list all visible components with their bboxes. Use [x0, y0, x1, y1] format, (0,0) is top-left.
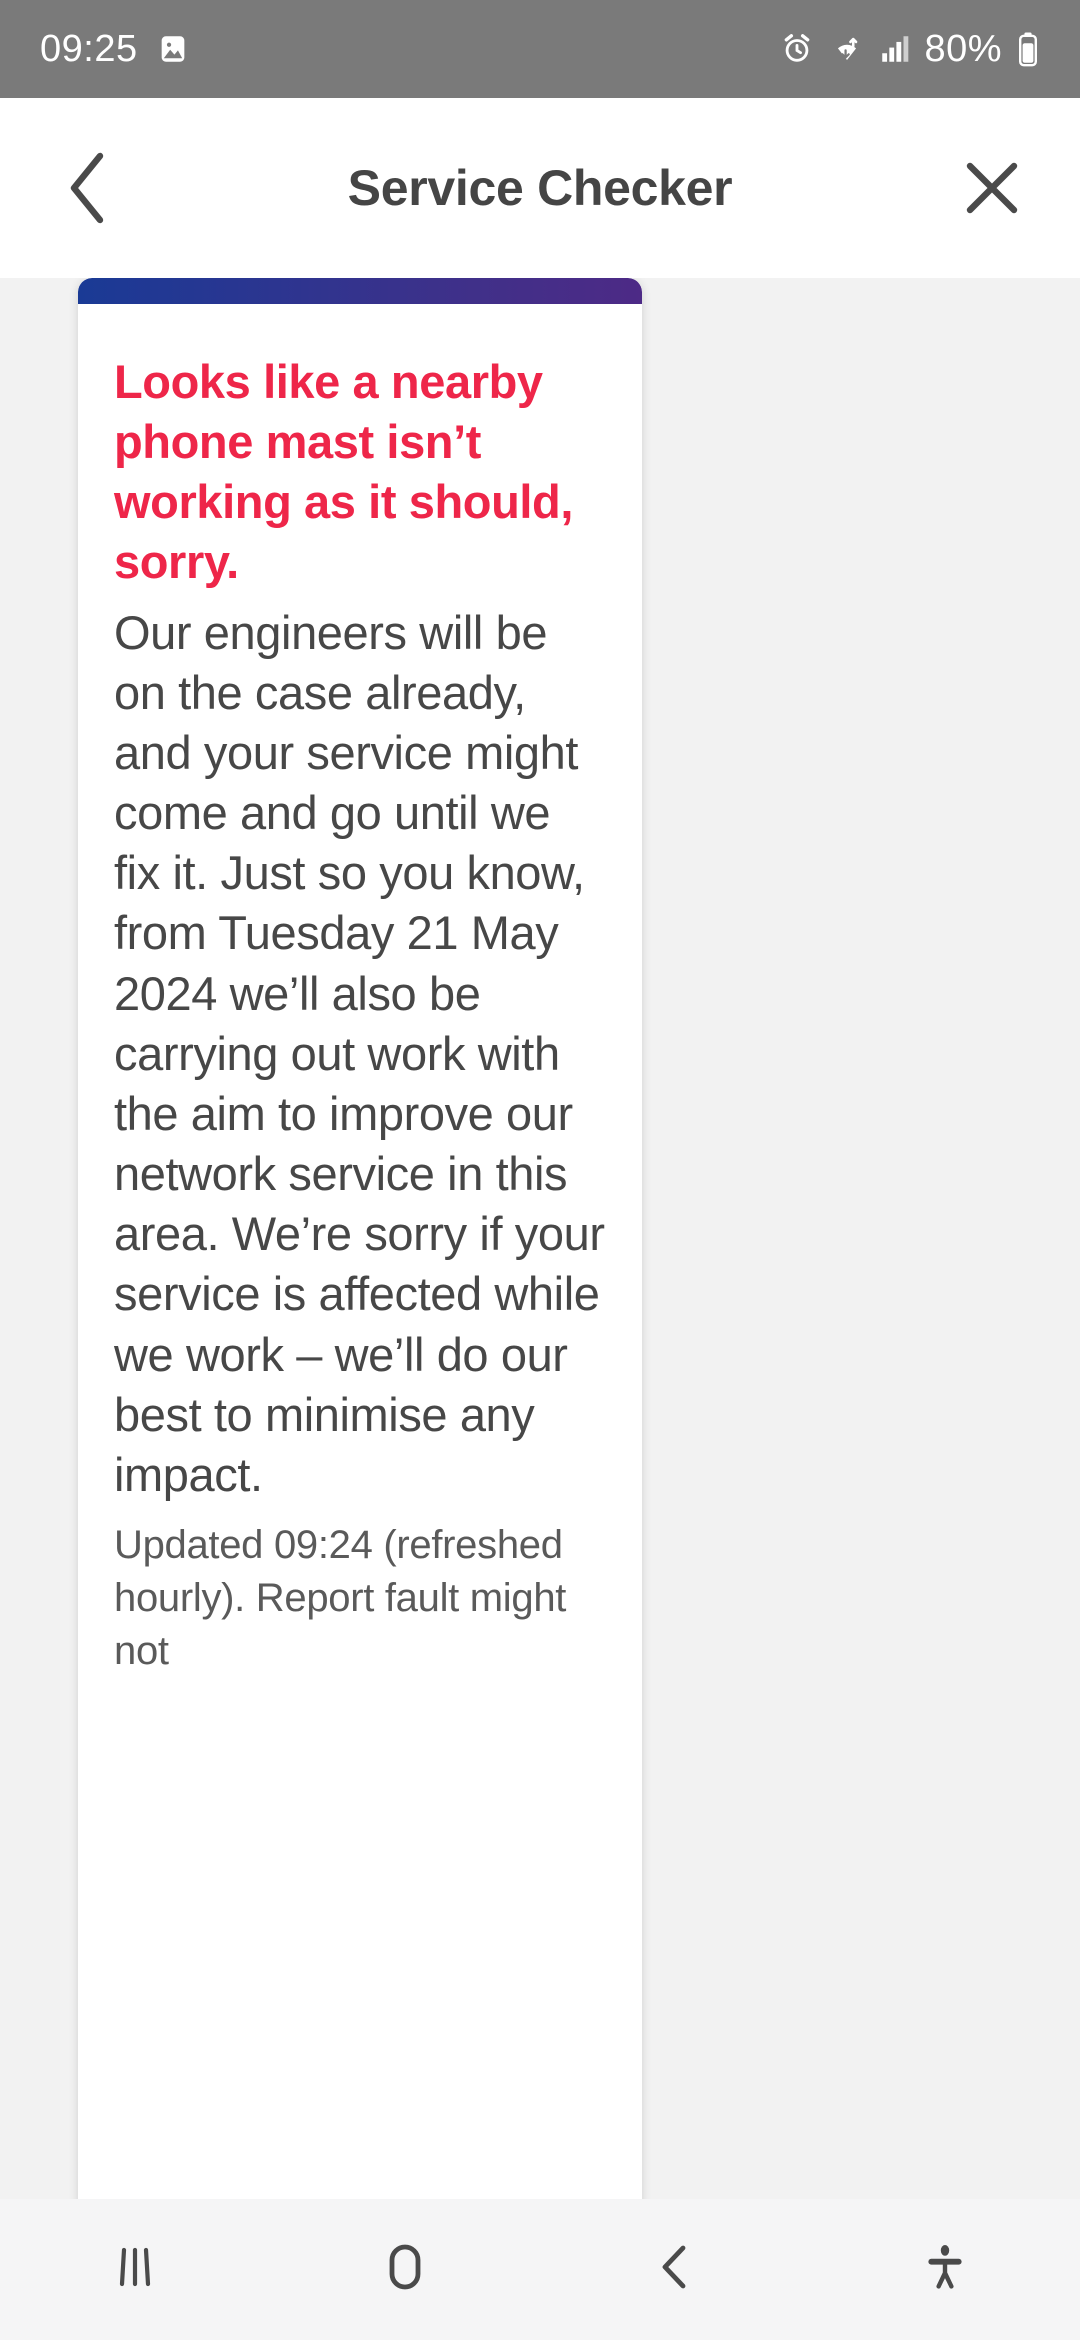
app-header: Service Checker: [0, 98, 1080, 278]
service-status-card: Looks like a nearby phone mast isn’t wor…: [78, 278, 642, 2199]
nav-back-button[interactable]: [540, 2199, 810, 2340]
system-navigation-bar: [0, 2199, 1080, 2340]
home-icon: [377, 2239, 433, 2300]
accessibility-icon: [918, 2240, 972, 2299]
card-body: Looks like a nearby phone mast isn’t wor…: [78, 304, 642, 1679]
alarm-icon: [780, 32, 814, 66]
status-bar-left: 09:25: [40, 28, 190, 71]
status-bar-right: 80%: [780, 28, 1040, 71]
content-area[interactable]: Looks like a nearby phone mast isn’t wor…: [0, 278, 1080, 2199]
back-button[interactable]: [46, 146, 130, 230]
accessibility-button[interactable]: [810, 2199, 1080, 2340]
back-icon: [648, 2240, 702, 2299]
alert-headline: Looks like a nearby phone mast isn’t wor…: [114, 355, 574, 589]
status-bar: 09:25 80%: [0, 0, 1080, 98]
cellular-signal-icon: [880, 32, 910, 66]
image-icon: [156, 32, 190, 66]
wifi-icon: [828, 32, 866, 66]
battery-percent-label: 80%: [924, 27, 1002, 70]
recents-icon: [108, 2240, 162, 2299]
page-title: Service Checker: [347, 160, 733, 216]
recents-button[interactable]: [0, 2199, 270, 2340]
status-bar-clock: 09:25: [40, 27, 138, 70]
close-button[interactable]: [950, 146, 1034, 230]
card-accent-bar: [78, 278, 642, 304]
alert-updated-timestamp: Updated 09:24 (refreshed hourly). Report…: [114, 1522, 567, 1674]
alert-description: Our engineers will be on the case alread…: [114, 605, 605, 1501]
battery-icon: [1016, 31, 1040, 67]
home-button[interactable]: [270, 2199, 540, 2340]
